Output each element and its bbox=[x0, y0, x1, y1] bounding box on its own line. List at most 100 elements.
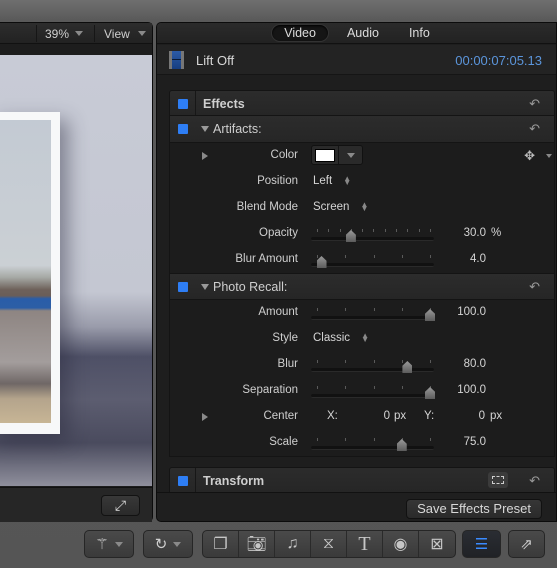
chevron-down-icon bbox=[114, 541, 123, 547]
slider-tick bbox=[418, 229, 420, 232]
slider-track[interactable] bbox=[311, 263, 434, 267]
slider-track[interactable] bbox=[311, 316, 434, 320]
artifacts-enable-checkbox[interactable] bbox=[178, 124, 188, 134]
viewer-canvas[interactable] bbox=[0, 55, 152, 486]
slider-tick bbox=[430, 360, 431, 363]
divider bbox=[195, 468, 196, 492]
transform-enable-checkbox[interactable] bbox=[178, 476, 188, 486]
transitions-browser-button[interactable]: ⧖ bbox=[311, 531, 347, 557]
separation-value[interactable]: 100.0 bbox=[440, 384, 486, 396]
keyframe-menu-icon[interactable] bbox=[546, 154, 552, 158]
titles-browser-button[interactable]: T bbox=[347, 531, 383, 557]
artifacts-title-text: Artifacts: bbox=[213, 122, 262, 136]
photo-recall-params: Amount 100.0 Style Classic ▲ ▼ Blur 80.0… bbox=[169, 300, 555, 457]
generators-browser-button[interactable]: ◉ bbox=[383, 531, 419, 557]
speedometer-icon: ↻ bbox=[154, 536, 168, 553]
disclosure-down-icon bbox=[201, 126, 209, 132]
tab-audio[interactable]: Audio bbox=[335, 25, 391, 41]
color-dropdown[interactable] bbox=[338, 146, 362, 164]
slider-track[interactable] bbox=[311, 394, 434, 398]
parameters-list: Effects ↶ Artifacts: ↶ Color ✥ Position bbox=[169, 90, 555, 457]
fullscreen-button[interactable]: ⤢ bbox=[101, 495, 140, 516]
style-value: Classic bbox=[313, 332, 351, 344]
transform-section-header: Transform ↶ bbox=[169, 467, 555, 493]
slider-tick bbox=[317, 438, 318, 441]
effects-enable-checkbox[interactable] bbox=[178, 99, 188, 109]
slider-track[interactable] bbox=[311, 368, 434, 372]
param-row-blur: Blur 80.0 bbox=[170, 352, 554, 378]
enhancements-button[interactable]: ⚚ bbox=[84, 530, 134, 558]
slider-tick bbox=[373, 360, 375, 363]
slider-ticks bbox=[317, 308, 431, 311]
themes-browser-button[interactable]: ⊠ bbox=[419, 531, 455, 557]
amount-value[interactable]: 100.0 bbox=[440, 306, 486, 318]
blend-mode-popup[interactable]: Screen ▲ ▼ bbox=[313, 201, 368, 214]
chevron-down-icon bbox=[137, 31, 146, 36]
param-label: Position bbox=[257, 175, 298, 187]
blur-amount-value[interactable]: 4.0 bbox=[440, 253, 486, 265]
disclosure-right-icon[interactable] bbox=[202, 152, 208, 160]
transform-section: Transform ↶ bbox=[169, 467, 555, 493]
param-label: Blend Mode bbox=[236, 201, 298, 213]
scale-value[interactable]: 75.0 bbox=[440, 436, 486, 448]
clip-timecode: 00:00:07:05.13 bbox=[455, 53, 542, 68]
generator-icon: ◉ bbox=[393, 536, 408, 553]
color-swatch[interactable] bbox=[315, 149, 335, 162]
center-y-value[interactable]: 0 bbox=[455, 410, 485, 422]
transition-icon: ⧖ bbox=[322, 535, 335, 552]
video-frame-image bbox=[0, 120, 51, 423]
retiming-button[interactable]: ↻ bbox=[143, 530, 193, 558]
slider-tick bbox=[430, 438, 431, 441]
slider-track[interactable] bbox=[311, 446, 434, 450]
opacity-unit: % bbox=[491, 227, 502, 239]
position-popup[interactable]: Left ▲ ▼ bbox=[313, 174, 352, 188]
param-label: Blur bbox=[277, 358, 298, 370]
slider-tick bbox=[373, 308, 375, 311]
position-value: Left bbox=[313, 175, 333, 187]
reset-icon[interactable]: ↶ bbox=[529, 96, 540, 112]
add-keyframe-icon[interactable]: ✥ bbox=[524, 148, 535, 164]
slider-track[interactable] bbox=[311, 237, 434, 241]
center-x-value[interactable]: 0 bbox=[360, 410, 390, 422]
tab-video[interactable]: Video bbox=[271, 24, 329, 42]
opacity-slider[interactable] bbox=[311, 223, 434, 245]
zoom-level-popup[interactable]: 39% bbox=[36, 25, 84, 42]
view-menu[interactable]: View bbox=[94, 25, 146, 42]
photos-browser-button[interactable]: 📷︎ bbox=[239, 531, 275, 557]
reset-icon[interactable]: ↶ bbox=[529, 279, 540, 295]
color-well[interactable] bbox=[311, 145, 363, 165]
param-row-blur-amount: Blur Amount 4.0 bbox=[170, 247, 554, 273]
reset-icon[interactable]: ↶ bbox=[529, 473, 540, 489]
inspector-tabs: Video Audio Info bbox=[157, 23, 556, 44]
inspector-toggle-button[interactable]: ☰ bbox=[462, 530, 501, 558]
inspector-panel: Video Audio Info Lift Off 00:00:07:05.13… bbox=[156, 22, 557, 522]
slider-tick bbox=[373, 229, 375, 232]
slider-tick bbox=[401, 386, 403, 389]
blur-value[interactable]: 80.0 bbox=[440, 358, 486, 370]
photo-recall-title[interactable]: Photo Recall: bbox=[201, 280, 287, 294]
slider-ticks bbox=[317, 255, 431, 258]
param-label: Scale bbox=[269, 436, 298, 448]
slider-tick bbox=[345, 438, 347, 441]
blur-amount-slider[interactable] bbox=[311, 249, 434, 271]
separation-slider[interactable] bbox=[311, 380, 435, 402]
transform-onscreen-controls-icon[interactable] bbox=[488, 472, 508, 488]
tab-info[interactable]: Info bbox=[397, 25, 442, 41]
param-label: Separation bbox=[242, 384, 298, 396]
blur-slider[interactable] bbox=[311, 354, 434, 376]
amount-slider[interactable] bbox=[311, 302, 435, 324]
music-browser-button[interactable]: ♫ bbox=[275, 531, 311, 557]
share-button[interactable]: ⇗ bbox=[508, 530, 545, 558]
scale-slider[interactable] bbox=[311, 432, 434, 454]
chevron-down-icon bbox=[346, 152, 355, 158]
save-effects-preset-button[interactable]: Save Effects Preset bbox=[406, 499, 542, 519]
opacity-value[interactable]: 30.0 bbox=[440, 227, 486, 239]
effects-browser-button[interactable]: ❐ bbox=[203, 531, 239, 557]
artifacts-title[interactable]: Artifacts: bbox=[201, 122, 262, 136]
up-down-arrows-icon: ▲ ▼ bbox=[343, 174, 352, 187]
disclosure-right-icon[interactable] bbox=[202, 413, 208, 421]
style-popup[interactable]: Classic ▲ ▼ bbox=[313, 332, 369, 345]
slider-tick bbox=[407, 229, 409, 232]
photo-recall-enable-checkbox[interactable] bbox=[178, 282, 188, 292]
reset-icon[interactable]: ↶ bbox=[529, 121, 540, 137]
